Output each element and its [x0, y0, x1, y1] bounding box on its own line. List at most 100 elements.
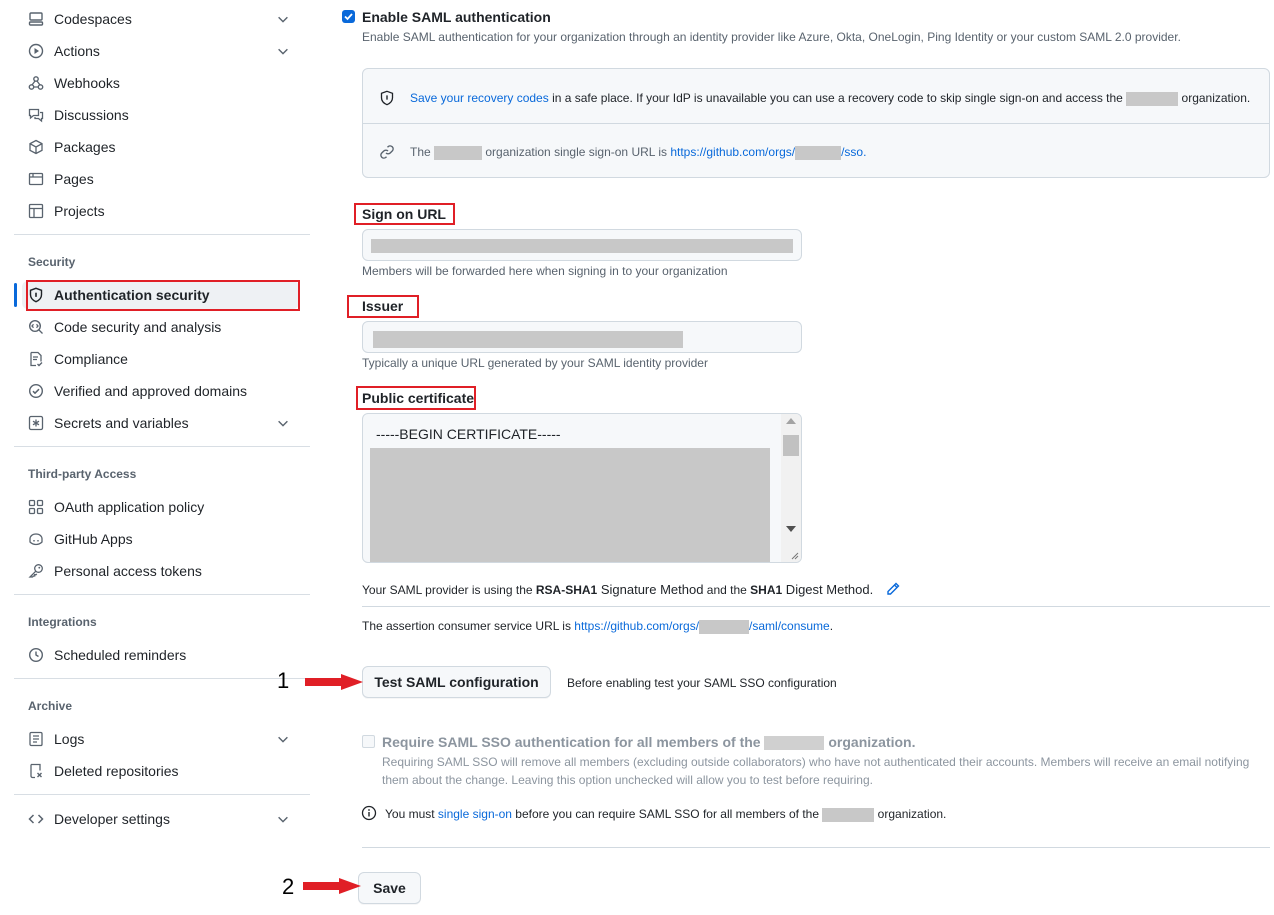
apps-icon [28, 499, 44, 515]
highlight-box-sign-on-url [354, 203, 455, 225]
webhook-icon [28, 76, 44, 90]
require-label-post: organization. [824, 734, 916, 750]
sidebar-item-compliance[interactable]: Compliance [28, 345, 298, 373]
chevron-down-icon[interactable] [276, 812, 290, 826]
chevron-down-icon[interactable] [276, 732, 290, 746]
enable-saml-checkbox[interactable] [342, 10, 355, 23]
sidebar-item-secrets[interactable]: Secrets and variables [28, 409, 298, 437]
must-pre: You must [385, 807, 438, 821]
single-sign-on-link[interactable]: single sign-on [438, 807, 512, 821]
must-post: before you can require SAML SSO for all … [511, 807, 823, 821]
require-saml-checkbox[interactable] [362, 735, 375, 748]
sig-mid: Signature Method [597, 582, 704, 597]
redacted-value [371, 239, 793, 253]
sidebar-item-developer-settings[interactable]: Developer settings [28, 805, 298, 833]
require-saml-label: Require SAML SSO authentication for all … [382, 734, 916, 751]
sso-text-mid: organization single sign-on URL is [482, 145, 671, 159]
chevron-down-icon[interactable] [276, 416, 290, 430]
sidebar-item-pages[interactable]: Pages [28, 165, 298, 193]
sidebar-item-label: OAuth application policy [54, 499, 205, 515]
code-icon [28, 814, 44, 824]
chevron-down-icon[interactable] [276, 12, 290, 26]
sidebar-item-label: Deleted repositories [54, 763, 179, 779]
comment-discussion-icon [28, 108, 44, 123]
sidebar-divider [14, 594, 310, 595]
sidebar-item-oauth-policy[interactable]: OAuth application policy [28, 493, 298, 521]
textarea-scrollbar[interactable] [781, 414, 801, 562]
sidebar-item-deleted-repos[interactable]: Deleted repositories [28, 757, 298, 785]
scrollbar-thumb[interactable] [783, 435, 799, 456]
sidebar-item-scheduled-reminders[interactable]: Scheduled reminders [28, 641, 298, 669]
log-icon [29, 731, 43, 747]
sidebar-item-actions[interactable]: Actions [28, 37, 298, 65]
issuer-input[interactable] [362, 321, 802, 353]
acs-pre: The assertion consumer service URL is [362, 619, 575, 633]
sidebar-heading-security: Security [28, 255, 76, 269]
sidebar-item-packages[interactable]: Packages [28, 133, 298, 161]
sso-url-pre: https://github.com/orgs/ [670, 145, 796, 159]
sidebar-heading-integrations: Integrations [28, 615, 97, 629]
sidebar-item-codespaces[interactable]: Codespaces [28, 5, 298, 33]
sign-on-url-input[interactable] [362, 229, 802, 261]
sidebar-item-label: Pages [54, 171, 94, 187]
sidebar-item-webhooks[interactable]: Webhooks [28, 69, 298, 97]
red-arrow-icon [305, 674, 363, 690]
redacted-org-name [1126, 91, 1179, 106]
section-divider [362, 847, 1270, 848]
acs-end: . [829, 619, 834, 633]
sso-info-box [362, 68, 1270, 178]
highlight-box-issuer [347, 295, 419, 318]
red-arrow-icon [303, 878, 361, 894]
key-icon [28, 564, 43, 578]
require-saml-description: Requiring SAML SSO will remove all membe… [382, 755, 1250, 787]
save-button[interactable]: Save [358, 872, 421, 904]
info-divider [363, 123, 1269, 124]
sso-url-link[interactable]: https://github.com/orgs/ /sso. [670, 145, 866, 160]
sidebar-heading-third-party: Third-party Access [28, 467, 137, 481]
acs-url-link[interactable]: https://github.com/orgs/ /saml/consume [574, 619, 830, 634]
sidebar-item-label: Verified and approved domains [54, 383, 248, 399]
resize-handle-icon[interactable] [789, 550, 799, 560]
sig-and: and the [703, 583, 751, 597]
digest-method-value: SHA1 [750, 583, 783, 597]
link-icon [380, 145, 394, 159]
shield-icon [380, 90, 394, 106]
sidebar-divider [14, 446, 310, 447]
redacted-org-name [764, 736, 825, 751]
sidebar-item-discussions[interactable]: Discussions [28, 101, 298, 129]
sidebar-item-label: Projects [54, 203, 105, 219]
recovery-codes-message: Save your recovery codes in a safe place… [410, 91, 1250, 106]
sidebar-divider [14, 678, 310, 679]
issuer-help: Typically a unique URL generated by your… [362, 356, 708, 370]
scroll-up-icon[interactable] [786, 418, 796, 424]
sidebar-item-label: Codespaces [54, 11, 132, 27]
copilot-icon [29, 533, 43, 546]
sidebar-item-verified-domains[interactable]: Verified and approved domains [28, 377, 298, 405]
public-certificate-textarea[interactable]: -----BEGIN CERTIFICATE----- [362, 413, 802, 563]
scroll-down-icon[interactable] [786, 526, 796, 532]
test-saml-configuration-button[interactable]: Test SAML configuration [362, 666, 551, 698]
sidebar-item-logs[interactable]: Logs [28, 725, 298, 753]
check-icon [344, 13, 353, 21]
sidebar-item-github-apps[interactable]: GitHub Apps [28, 525, 298, 553]
recovery-codes-link[interactable]: Save your recovery codes [410, 91, 549, 105]
sidebar-item-label: Secrets and variables [54, 415, 189, 431]
sidebar-item-code-security[interactable]: Code security and analysis [28, 313, 298, 341]
section-divider [362, 606, 1270, 607]
recovery-text-end: organization. [1178, 91, 1251, 105]
play-icon [28, 43, 44, 59]
sidebar-item-personal-tokens[interactable]: Personal access tokens [28, 557, 298, 585]
acs-url-text: The assertion consumer service URL is ht… [362, 619, 833, 634]
digest-post: Digest Method. [782, 582, 874, 597]
redacted-org-name [434, 145, 483, 160]
sidebar-item-label: Personal access tokens [54, 563, 202, 579]
chevron-down-icon[interactable] [276, 44, 290, 58]
info-icon [361, 805, 377, 821]
pencil-icon[interactable] [885, 581, 901, 597]
verified-icon [28, 383, 44, 399]
enable-saml-label: Enable SAML authentication [362, 9, 551, 25]
sidebar-item-label: Developer settings [54, 811, 170, 827]
repo-deleted-icon [30, 763, 42, 779]
sidebar-item-projects[interactable]: Projects [28, 197, 298, 225]
step-number-1: 1 [277, 668, 290, 693]
